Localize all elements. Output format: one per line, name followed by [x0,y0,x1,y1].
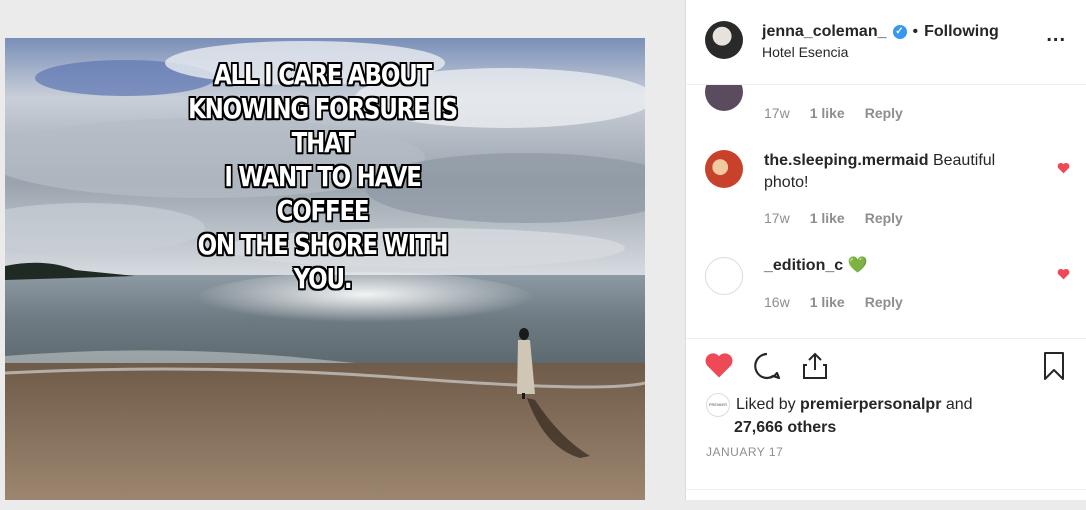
likes-summary: PREMIER Liked by premierpersonalpr and 27… [706,393,973,439]
liker-username[interactable]: premierpersonalpr [800,396,941,413]
reply-button[interactable]: Reply [865,294,903,310]
comment-body: 💚 [843,257,868,274]
following-button[interactable]: Following [924,23,999,41]
post-sidebar: jenna_coleman_ ✓ • Following Hotel Esenc… [685,0,1086,500]
commenter-avatar[interactable] [705,150,743,188]
liked-by-prefix: Liked by [736,396,801,414]
comment-age: 17w [764,210,790,226]
comment-text: the.sleeping.mermaid Beautiful photo! [764,150,1034,194]
comment-likes[interactable]: 1 like [810,210,845,226]
liked-by-and: and [941,396,973,414]
reply-button[interactable]: Reply [865,210,903,226]
post-actions: PREMIER Liked by premierpersonalpr and 27… [686,338,1086,501]
commenter-avatar[interactable] [705,257,743,295]
bookmark-icon[interactable] [1042,351,1066,381]
location-link[interactable]: Hotel Esencia [762,44,848,60]
share-icon[interactable] [800,351,830,381]
comment-likes[interactable]: 1 like [810,294,845,310]
commenter-username[interactable]: the.sleeping.mermaid [764,152,929,169]
meme-caption: ALL I CARE ABOUT KNOWING FORSURE IS THAT… [181,58,464,296]
comment-age: 17w [764,105,790,121]
comment-age: 16w [764,294,790,310]
more-options-icon[interactable]: ... [1046,24,1066,47]
reply-button[interactable]: Reply [865,105,903,121]
liker-avatar[interactable]: PREMIER [706,393,730,417]
author-line: jenna_coleman_ ✓ • Following [762,23,999,41]
like-heart-icon[interactable] [704,351,734,379]
meme-line: ON THE SHORE WITH YOU. [197,228,449,295]
comment-likes[interactable]: 1 like [810,105,845,121]
meme-line: I WANT TO HAVE COFFEE [224,160,422,227]
photo-panel: ALL I CARE ABOUT KNOWING FORSURE IS THAT… [0,0,685,500]
comment-item: 17w 1 like Reply [686,85,1086,133]
comment-heart-icon[interactable] [1057,268,1070,280]
comment-meta: 16w 1 like Reply [764,294,903,310]
meme-line: ALL I CARE ABOUT [214,58,432,91]
author-avatar[interactable] [705,21,743,59]
comment-meta: 17w 1 like Reply [764,210,903,226]
comment-text: _edition_c 💚 [764,255,1034,277]
comment-item: _edition_c 💚 16w 1 like Reply [686,255,1086,325]
comment-heart-icon[interactable] [1057,162,1070,174]
comment-meta: 17w 1 like Reply [764,105,903,121]
post-date[interactable]: JANUARY 17 [706,445,783,459]
commenter-avatar[interactable] [705,85,743,111]
comments-list[interactable]: 17w 1 like Reply the.sleeping.mermaid Be… [686,85,1086,337]
comment-item: the.sleeping.mermaid Beautiful photo! 17… [686,150,1086,230]
meme-line: KNOWING FORSURE IS THAT [188,92,458,159]
others-link[interactable]: 27,666 others [734,419,836,436]
commenter-username[interactable]: _edition_c [764,257,843,274]
author-username[interactable]: jenna_coleman_ [762,23,887,41]
separator-dot: • [912,23,919,40]
verified-badge-icon: ✓ [892,25,907,39]
post-header: jenna_coleman_ ✓ • Following Hotel Esenc… [686,0,1086,85]
comment-icon[interactable] [752,351,782,381]
